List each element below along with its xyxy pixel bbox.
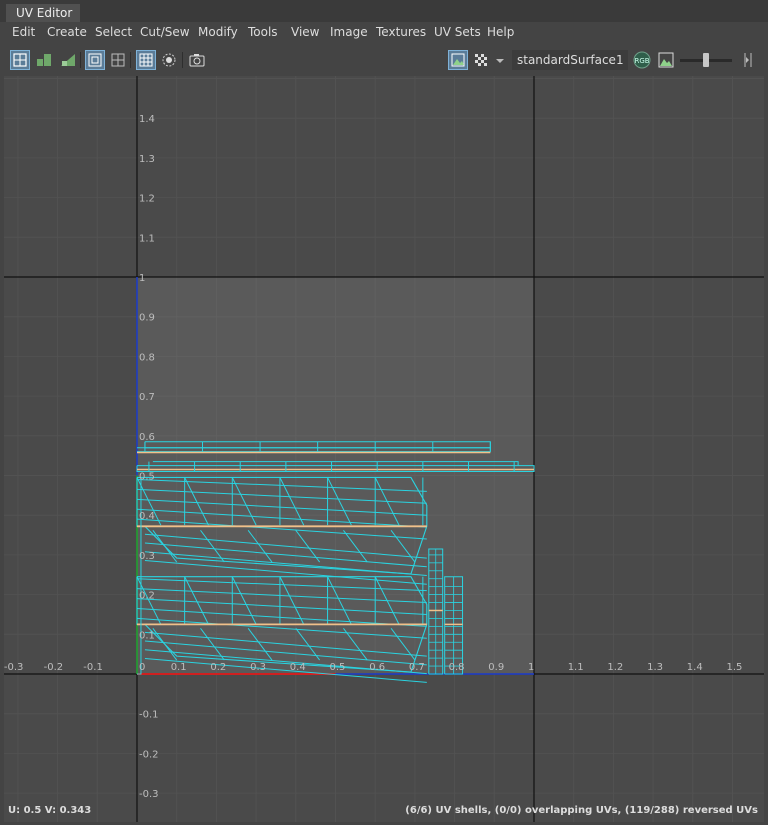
v-tick-label: 1.4 [139, 114, 155, 125]
menu-tools[interactable]: Tools [248, 25, 278, 39]
uv-layout-icon[interactable] [34, 50, 54, 70]
menu-create[interactable]: Create [47, 25, 87, 39]
v-tick-label: 0.3 [139, 551, 155, 562]
menu-image[interactable]: Image [330, 25, 368, 39]
wireframe-display-icon[interactable] [85, 50, 105, 70]
v-tick-label: 0.6 [139, 432, 155, 443]
u-tick-label: 0.4 [290, 662, 306, 673]
menu-bar: Edit Create Select Cut/Sew Modify Tools … [0, 22, 768, 42]
uv-canvas[interactable]: -0.3 -0.2 -0.1 0 0.1 0.2 0.3 0.4 0.5 0.6 0.7 0.8 0.9… [4, 76, 764, 822]
image-ratio-icon[interactable] [656, 50, 676, 70]
u-tick-label: 1.2 [607, 662, 623, 673]
grid-toggle-icon[interactable] [136, 50, 156, 70]
checker-tile-icon[interactable] [471, 50, 491, 70]
u-tick-label: 1.1 [568, 662, 584, 673]
u-tick-label: 1.4 [687, 662, 703, 673]
v-tick-label: 1.3 [139, 154, 155, 165]
uv-shell-summary: (6/6) UV shells, (0/0) overlapping UVs, … [405, 805, 758, 816]
uv-shell-select-icon[interactable] [10, 50, 30, 70]
uv-stack-icon[interactable] [58, 50, 78, 70]
v-tick-label: 0.8 [139, 352, 155, 363]
rgb-channel-icon[interactable]: RGB [632, 50, 652, 70]
pixel-snap-icon[interactable] [159, 50, 179, 70]
exposure-slider-thumb[interactable] [703, 53, 709, 67]
menu-edit[interactable]: Edit [12, 25, 35, 39]
u-tick-label: 1.3 [647, 662, 663, 673]
window-title-tab[interactable]: UV Editor [6, 4, 80, 22]
u-tick-label: 0.6 [369, 662, 385, 673]
u-tick-label: 0 [139, 662, 145, 673]
menu-modify[interactable]: Modify [198, 25, 238, 39]
u-tick-label: 0.9 [488, 662, 504, 673]
u-tick-label: -0.1 [83, 662, 103, 673]
shaded-display-icon[interactable] [108, 50, 128, 70]
menu-help[interactable]: Help [487, 25, 514, 39]
v-tick-label: 1.2 [139, 194, 155, 205]
u-tick-label: 0.5 [330, 662, 346, 673]
u-tick-label: 0.8 [449, 662, 465, 673]
v-tick-label: 1.1 [139, 233, 155, 244]
u-tick-label: 0.3 [250, 662, 266, 673]
v-tick-label: -0.3 [139, 789, 159, 800]
u-tick-label: -0.2 [44, 662, 64, 673]
toolbar [0, 44, 768, 76]
v-tick-label: -0.2 [139, 749, 159, 760]
u-tick-label: 1 [528, 662, 534, 673]
toolbar-separator [80, 52, 81, 68]
v-tick-label: 0.1 [139, 630, 155, 641]
uv-viewport[interactable]: -0.3 -0.2 -0.1 0 0.1 0.2 0.3 0.4 0.5 0.6 0.7 0.8 0.9… [4, 76, 764, 822]
u-tick-label: 0.1 [171, 662, 187, 673]
u-tick-label: -0.3 [4, 662, 23, 673]
v-tick-label: 0.7 [139, 392, 155, 403]
shader-selector[interactable]: standardSurface1 [512, 50, 628, 70]
checker-dropdown-chevron-down-icon[interactable] [494, 50, 506, 70]
snapshot-camera-icon[interactable] [187, 50, 207, 70]
u-tick-label: 1.5 [727, 662, 743, 673]
toolbar-separator [130, 52, 131, 68]
u-tick-label: 0.2 [210, 662, 226, 673]
menu-cut-sew[interactable]: Cut/Sew [140, 25, 190, 39]
menu-uv-sets[interactable]: UV Sets [434, 25, 481, 39]
menu-view[interactable]: View [291, 25, 319, 39]
title-bar: UV Editor [0, 0, 768, 22]
v-tick-label: 0.9 [139, 313, 155, 324]
v-tick-label: -0.1 [139, 710, 159, 721]
v-tick-label: 1 [139, 273, 145, 284]
rgb-label: RGB [634, 57, 649, 65]
v-tick-label: 0.5 [139, 472, 155, 483]
menu-textures[interactable]: Textures [376, 25, 426, 39]
uv-coordinates-readout: U: 0.5 V: 0.343 [8, 805, 92, 816]
menu-select[interactable]: Select [95, 25, 132, 39]
toolbar-separator [182, 52, 183, 68]
v-tick-label: 0.4 [139, 511, 155, 522]
image-display-icon[interactable] [448, 50, 468, 70]
toolbar-overflow-icon[interactable] [738, 50, 758, 70]
v-tick-label: 0.2 [139, 591, 155, 602]
u-tick-label: 0.7 [409, 662, 425, 673]
